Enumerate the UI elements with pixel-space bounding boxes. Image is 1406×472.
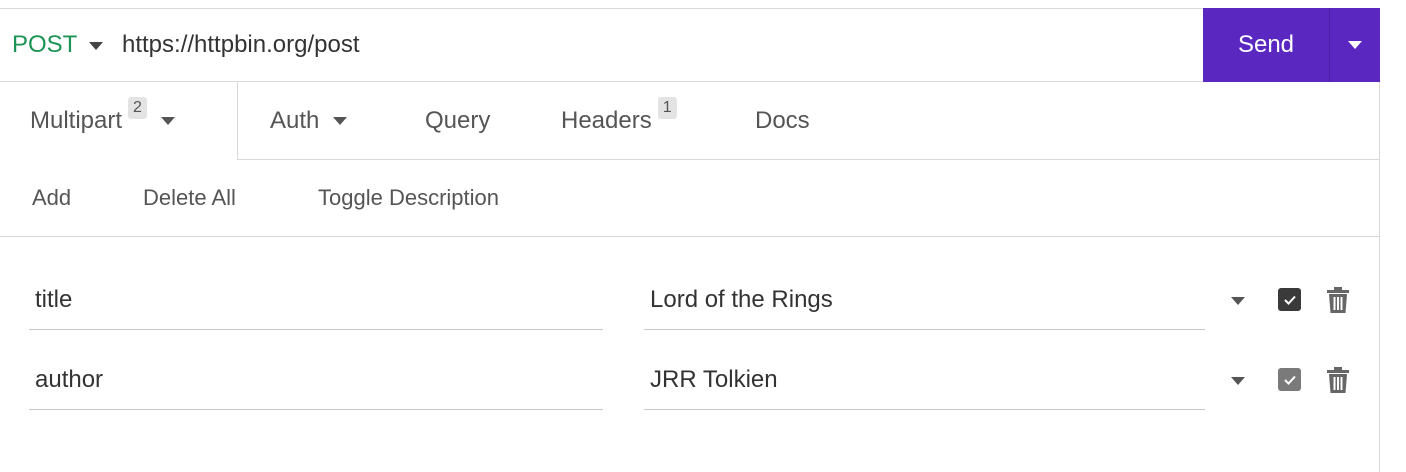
param-value-input[interactable] (644, 350, 1205, 410)
caret-down-icon[interactable] (1231, 377, 1245, 385)
param-name-input[interactable] (29, 270, 603, 330)
add-button[interactable]: Add (32, 160, 71, 236)
caret-down-icon (89, 42, 104, 50)
tab-label: Docs (755, 107, 810, 134)
request-tabs: Multipart 2 Auth Query Headers 1 Docs (0, 82, 1380, 160)
trash-icon[interactable] (1326, 286, 1350, 319)
delete-all-button[interactable]: Delete All (143, 160, 236, 236)
tab-badge: 2 (128, 97, 147, 119)
params-toolbar: Add Delete All Toggle Description (0, 160, 1380, 237)
checkbox-checked-icon[interactable] (1278, 288, 1301, 311)
tab-label: Multipart (30, 107, 123, 134)
tab-label: Query (425, 107, 491, 134)
tab-label: Headers (561, 107, 652, 134)
trash-icon[interactable] (1326, 366, 1350, 399)
caret-down-icon (160, 117, 175, 125)
tab-auth[interactable]: Auth (270, 82, 348, 160)
tab-query[interactable]: Query (425, 82, 490, 160)
tab-headers[interactable]: Headers 1 (561, 82, 677, 160)
toggle-description-button[interactable]: Toggle Description (318, 160, 499, 236)
param-name-input[interactable] (29, 350, 603, 410)
caret-down-icon (1348, 41, 1362, 49)
param-row (0, 350, 1380, 412)
tab-multipart[interactable]: Multipart 2 (0, 82, 238, 160)
method-selector[interactable]: POST (12, 9, 104, 81)
checkbox-checked-icon[interactable] (1278, 368, 1301, 391)
param-value-input[interactable] (644, 270, 1205, 330)
method-label: POST (12, 31, 78, 58)
param-row (0, 270, 1380, 332)
send-dropdown-button[interactable] (1329, 8, 1380, 82)
send-button[interactable]: Send (1203, 8, 1329, 82)
url-input[interactable] (122, 9, 1192, 81)
tab-docs[interactable]: Docs (755, 82, 810, 160)
caret-down-icon[interactable] (1231, 297, 1245, 305)
url-bar: POST Send (0, 8, 1380, 82)
caret-down-icon (333, 117, 348, 125)
tab-badge: 1 (657, 97, 677, 119)
tab-label: Auth (270, 107, 320, 134)
